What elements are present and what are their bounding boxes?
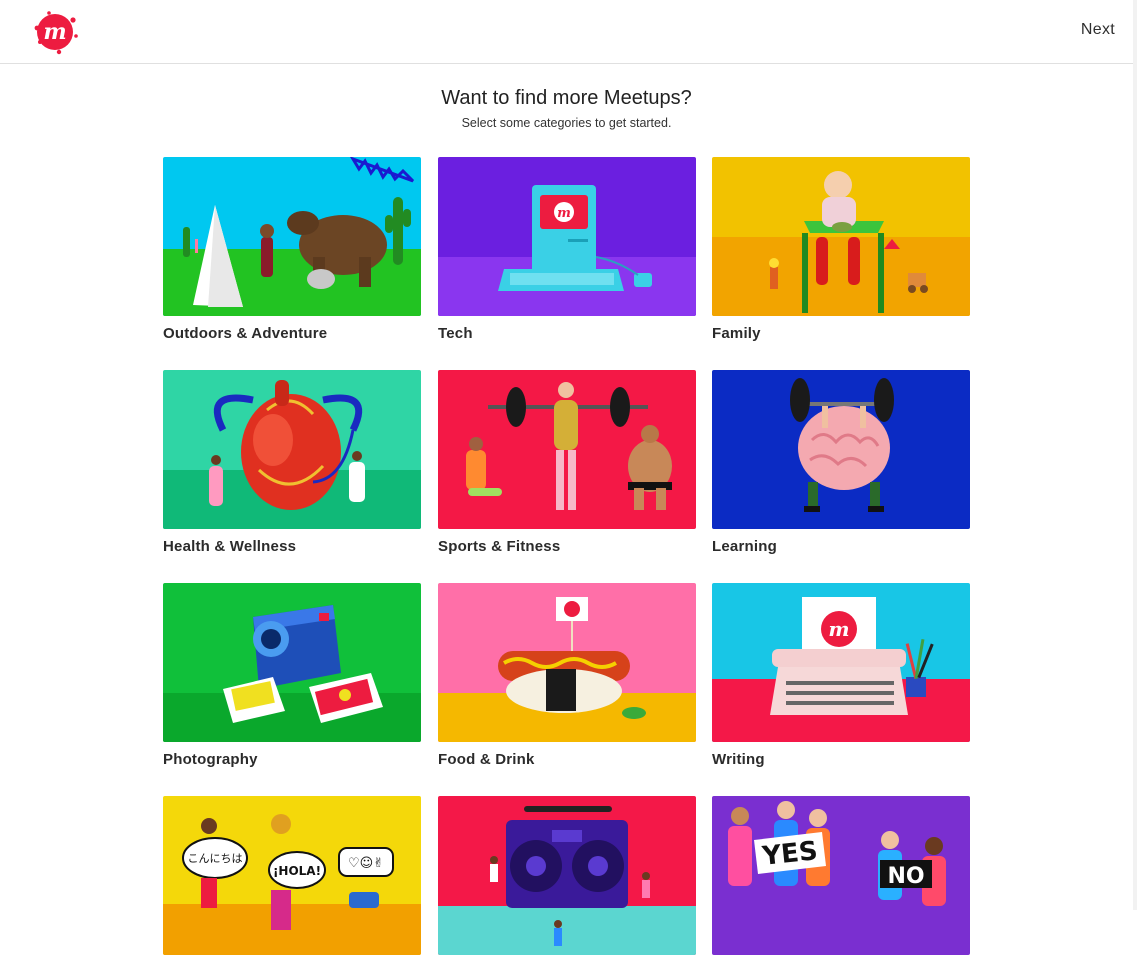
category-card-family[interactable]: Family <box>712 157 970 342</box>
category-card-outdoors-adventure[interactable]: Outdoors & Adventure <box>163 157 421 342</box>
yes-sign: YES <box>760 836 819 872</box>
next-button[interactable]: Next <box>1081 21 1115 39</box>
category-image <box>438 796 696 955</box>
category-card-writing[interactable]: m Writing <box>712 583 970 768</box>
category-card-language[interactable]: こんにちは ¡HOLA! ♡☺✌ <box>163 796 421 955</box>
page-subtitle: Select some categories to get started. <box>461 116 672 130</box>
category-label: Family <box>712 325 761 342</box>
category-card-learning[interactable]: Learning <box>712 370 970 555</box>
category-image <box>438 370 696 529</box>
speech-bubble-japanese: こんにちは <box>188 852 243 865</box>
category-label: Tech <box>438 325 473 342</box>
category-card-health-wellness[interactable]: Health & Wellness <box>163 370 421 555</box>
category-card-photography[interactable]: Photography <box>163 583 421 768</box>
category-label: Writing <box>712 751 765 768</box>
tech-logo-letter: m <box>557 206 571 221</box>
category-card-music[interactable] <box>438 796 696 955</box>
logo-letter: m <box>43 19 66 45</box>
category-image <box>712 370 970 529</box>
category-image <box>163 583 421 742</box>
category-image <box>163 370 421 529</box>
page-title: Want to find more Meetups? <box>441 87 692 109</box>
scrollbar[interactable] <box>1133 0 1137 910</box>
category-image: こんにちは ¡HOLA! ♡☺✌ <box>163 796 421 955</box>
category-card-sports-fitness[interactable]: Sports & Fitness <box>438 370 696 555</box>
category-card-debate[interactable]: YES NO <box>712 796 970 955</box>
category-image: YES NO <box>712 796 970 955</box>
writing-logo-letter: m <box>828 617 849 641</box>
category-label: Sports & Fitness <box>438 538 561 555</box>
category-image <box>712 157 970 316</box>
category-image <box>163 157 421 316</box>
category-image: m <box>438 157 696 316</box>
category-card-tech[interactable]: m Tech <box>438 157 696 342</box>
category-card-food-drink[interactable]: Food & Drink <box>438 583 696 768</box>
category-label: Food & Drink <box>438 751 535 768</box>
category-label: Learning <box>712 538 777 555</box>
category-image: m <box>712 583 970 742</box>
meetup-logo[interactable]: m <box>29 8 81 56</box>
category-label: Outdoors & Adventure <box>163 325 328 342</box>
top-bar: m Next <box>0 0 1133 64</box>
no-sign: NO <box>887 864 924 889</box>
category-label: Health & Wellness <box>163 538 297 555</box>
speech-bubble-emoji: ♡☺✌ <box>348 856 384 871</box>
category-image <box>438 583 696 742</box>
category-label: Photography <box>163 751 258 768</box>
speech-bubble-spanish: ¡HOLA! <box>273 864 321 878</box>
meetup-logo-icon: m <box>34 11 78 55</box>
